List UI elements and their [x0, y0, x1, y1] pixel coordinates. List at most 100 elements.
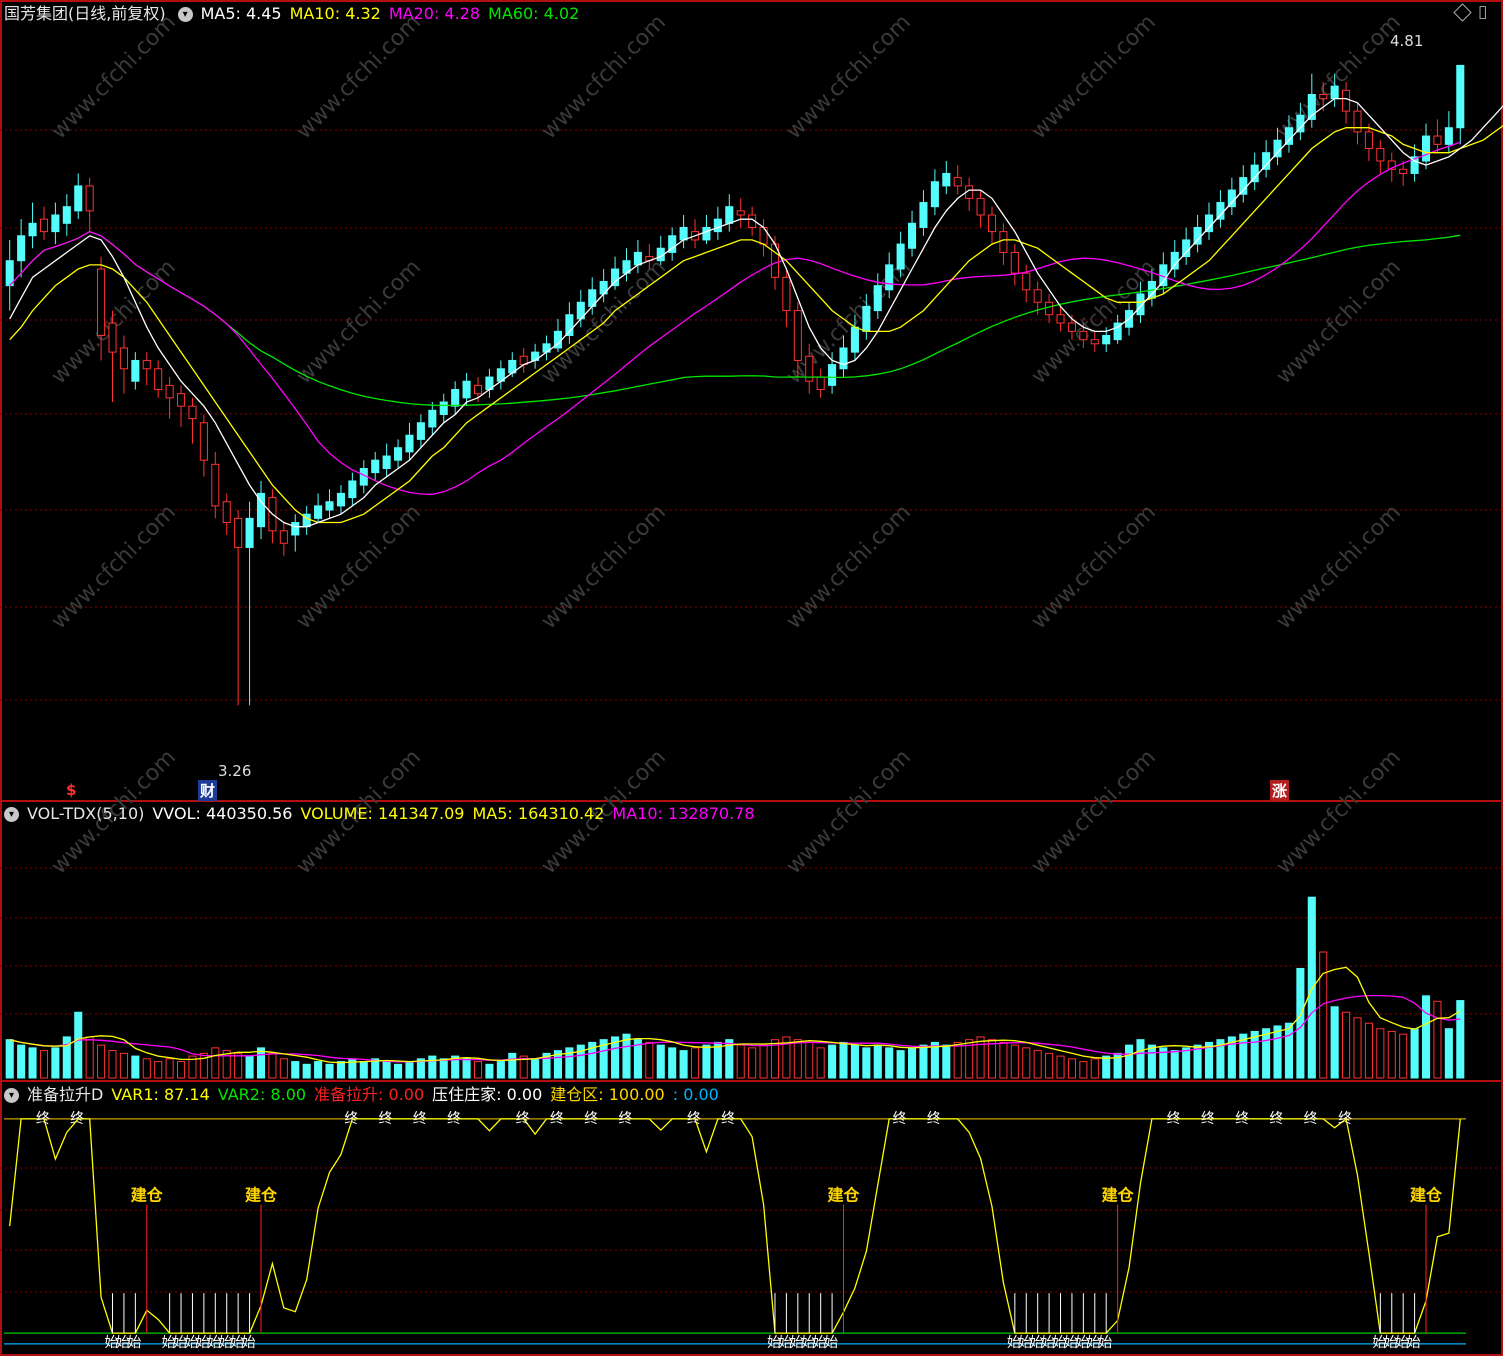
volume-bar-down	[679, 1050, 688, 1079]
watermark-text: www.cfchi.com	[537, 10, 671, 144]
last-readout: : 0.00	[672, 1085, 719, 1104]
volume-bar-down	[1330, 1006, 1339, 1079]
volume-bar-down	[930, 1041, 939, 1079]
volume-bar-down	[51, 1047, 60, 1079]
volume-bar-down	[382, 1061, 391, 1079]
candle-down	[131, 359, 140, 382]
candle-up	[1022, 272, 1031, 291]
candle-up	[279, 530, 288, 544]
volume-bar-up	[1079, 1061, 1088, 1079]
candle-down	[1216, 202, 1225, 220]
zhong-marker: 终	[1270, 1111, 1284, 1127]
candle-up	[97, 268, 106, 337]
volume-bar-up	[119, 1052, 128, 1079]
settings-chevron-icon[interactable]: ▾	[177, 6, 193, 22]
zhong-marker: 终	[550, 1111, 564, 1127]
candle-down	[291, 522, 300, 536]
candle-up	[142, 359, 151, 370]
candle-up	[816, 376, 825, 391]
candle-up	[1056, 314, 1065, 324]
watermark-text: www.cfchi.com	[1027, 745, 1161, 879]
volume-header: ▾ VOL-TDX(5,10) VVOL: 440350.56 VOLUME: …	[0, 802, 763, 826]
volume-bar-down	[336, 1061, 345, 1079]
volume-bar-down	[291, 1061, 300, 1079]
candle-down	[1227, 189, 1236, 208]
candle-down	[907, 222, 917, 249]
volume-bar-down	[74, 1011, 83, 1079]
candle-down	[1284, 127, 1294, 145]
indicator-name: 准备拉升D	[27, 1085, 104, 1104]
watermark-text: www.cfchi.com	[1272, 745, 1406, 879]
indicator-settings-chevron-icon[interactable]: ▾	[4, 1087, 19, 1103]
volume-bar-down	[1284, 1022, 1294, 1079]
watermark-text: www.cfchi.com	[782, 500, 916, 634]
volume-bar-down	[873, 1044, 882, 1079]
zhong-marker: 终	[413, 1111, 427, 1127]
candle-down	[371, 459, 380, 474]
candle-down	[416, 422, 425, 440]
shi-marker: 始	[1407, 1335, 1421, 1351]
candle-down	[1296, 114, 1305, 133]
volume-bar-up	[759, 1044, 768, 1079]
yzzj-readout: 压住庄家: 0.00	[432, 1085, 543, 1104]
jiancang-marker: 建仓	[245, 1186, 278, 1205]
volume-bar-down	[1262, 1028, 1271, 1079]
candle-down	[1456, 64, 1465, 129]
var1-line	[9, 1117, 1461, 1334]
volume-bar-up	[793, 1039, 802, 1079]
zhong-marker: 终	[927, 1111, 941, 1127]
candle-down	[885, 264, 894, 291]
candle-up	[1364, 131, 1373, 150]
volume-bar-up	[211, 1047, 220, 1079]
candle-down	[28, 222, 37, 237]
volume-bar-up	[1319, 951, 1328, 1079]
candle-down	[725, 206, 734, 224]
ma20-readout: MA20: 4.28	[388, 4, 481, 23]
volume-bar-up	[97, 1044, 106, 1079]
candle-down	[428, 409, 437, 428]
volume-bar-down	[28, 1047, 37, 1079]
candle-up	[1045, 301, 1054, 316]
candle-down	[336, 492, 345, 507]
volume-bar-down	[394, 1063, 403, 1079]
volume-bar-down	[405, 1061, 414, 1079]
candle-down	[348, 480, 357, 499]
volume-bar-down	[713, 1041, 722, 1079]
candle-down	[633, 251, 642, 266]
price-header: 国芳集团(日线,前复权) ▾ MA5: 4.45 MA10: 4.32 MA20…	[0, 2, 587, 26]
candle-up	[987, 214, 997, 233]
candle-down	[462, 380, 471, 399]
zhong-marker: 终	[893, 1111, 907, 1127]
volume-bar-up	[1090, 1058, 1099, 1079]
volume-bar-down	[907, 1047, 917, 1079]
badge-limit-up[interactable]: 涨	[1270, 780, 1290, 801]
volume-bar-down	[896, 1050, 905, 1079]
volume-indicator-name: VOL-TDX(5,10)	[27, 804, 145, 823]
candle-up	[222, 501, 231, 524]
candle-down	[839, 347, 848, 370]
volume-bar-up	[234, 1052, 243, 1079]
volume-bar-down	[256, 1047, 266, 1079]
volume-bar-down	[1421, 995, 1431, 1079]
volume-bar-down	[862, 1047, 871, 1079]
volume-settings-chevron-icon[interactable]: ▾	[4, 806, 19, 822]
badge-finance[interactable]: 财	[198, 780, 218, 801]
volume-bar-up	[976, 1036, 985, 1079]
volume-bar-down	[1182, 1047, 1191, 1079]
volume-bar-up	[279, 1058, 288, 1079]
volume-bar-up	[142, 1058, 151, 1079]
volume-bar-up	[805, 1041, 814, 1079]
candle-up	[165, 384, 174, 399]
volume-bar-down	[245, 1055, 254, 1079]
candle-down	[51, 214, 60, 233]
volume-bar-down	[919, 1044, 928, 1079]
stock-title: 国芳集团(日线,前复权)	[4, 4, 166, 23]
maximize-icon[interactable]: ▯	[1478, 2, 1487, 22]
candle-down	[74, 185, 83, 212]
zhong-marker: 终	[36, 1111, 50, 1127]
volume-bar-up	[736, 1044, 745, 1079]
vvol-readout: VVOL: 440350.56	[152, 804, 293, 823]
candle-up	[736, 210, 745, 216]
volume-bar-up	[1376, 1028, 1385, 1079]
volume-bar-down	[439, 1058, 448, 1079]
